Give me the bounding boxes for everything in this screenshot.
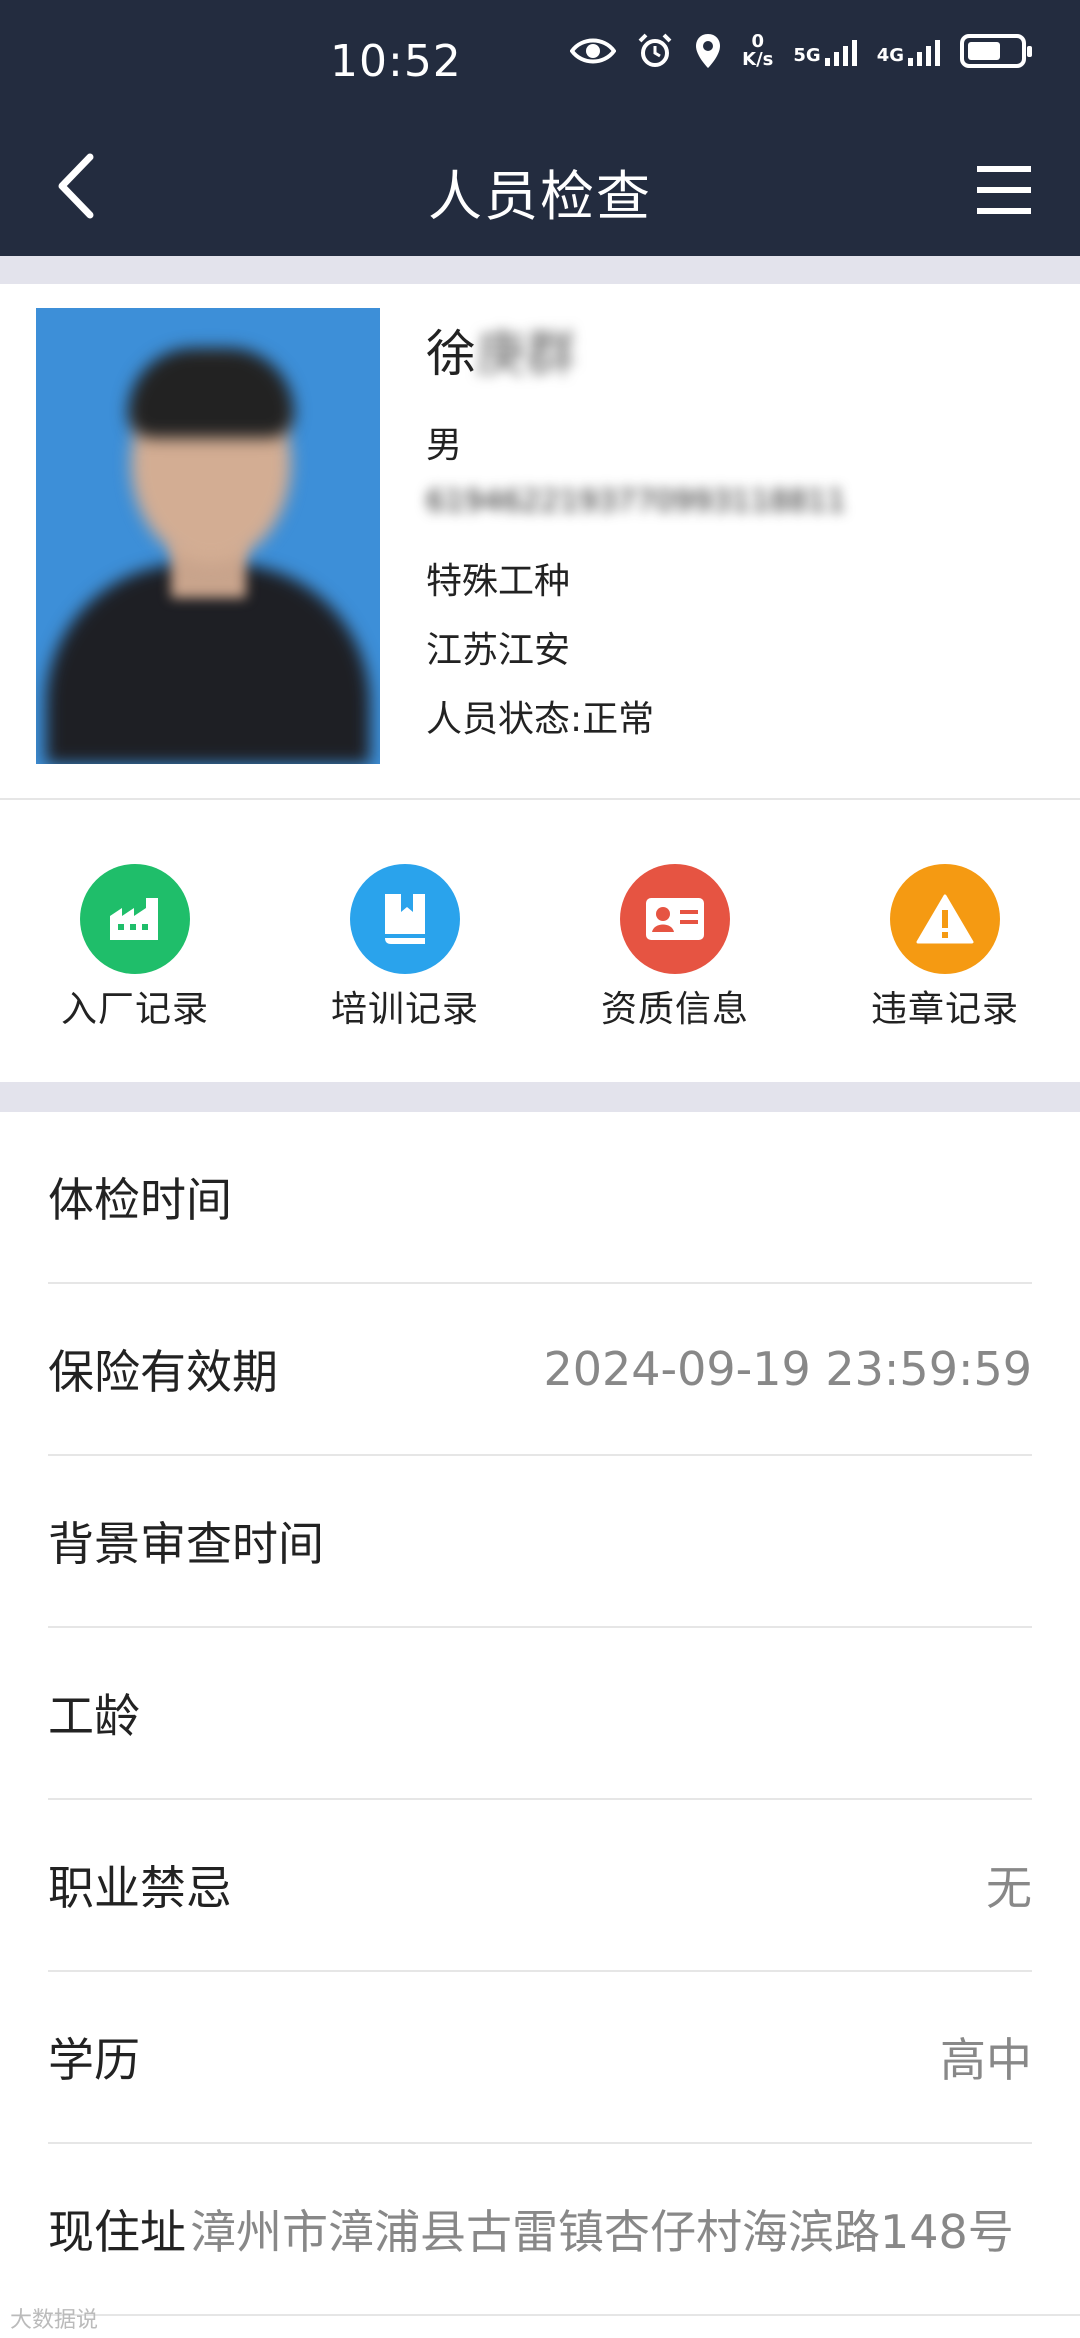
section-divider — [0, 1082, 1080, 1112]
detail-row-address: 现住址 漳州市漳浦县古雷镇杏仔村海滨路148号 — [48, 2144, 1080, 2316]
signal-4g: 4G — [877, 36, 940, 66]
violation-record-button[interactable]: 违章记录 — [810, 800, 1080, 1082]
detail-row-seniority: 工龄 — [48, 1628, 1032, 1800]
detail-value: 高中 — [940, 2033, 1032, 2087]
status-bar: 10:52 0 K/s 5G 4G — [0, 0, 1080, 120]
detail-row-insurance: 保险有效期 2024-09-19 23:59:59 — [48, 1284, 1032, 1456]
person-job-type: 特殊工种 — [426, 561, 571, 602]
signal-5g: 5G — [793, 36, 857, 66]
location-icon — [694, 32, 722, 70]
navbar: 人员检查 — [0, 120, 1080, 256]
violation-record-label: 违章记录 — [870, 989, 1019, 1030]
detail-row-occupational-taboo: 职业禁忌 无 — [48, 1800, 1032, 1972]
battery-icon — [960, 34, 1032, 68]
detail-row-background-check: 背景审查时间 — [48, 1456, 1032, 1628]
watermark: 大数据说 — [10, 2308, 99, 2333]
training-record-button[interactable]: 培训记录 — [270, 800, 540, 1082]
qualification-info-label: 资质信息 — [600, 989, 749, 1030]
status-time: 10:52 — [330, 36, 462, 87]
id-card-icon — [620, 864, 730, 974]
alarm-icon — [636, 32, 674, 70]
status-icons: 0 K/s 5G 4G — [570, 31, 1032, 70]
detail-value: 漳州市漳浦县古雷镇杏仔村海滨路148号 — [190, 2205, 1014, 2259]
detail-value: 2024-09-19 23:59:59 — [543, 1342, 1032, 1396]
network-speed: 0 K/s — [742, 31, 774, 70]
detail-label: 保险有效期 — [48, 1345, 278, 1399]
detail-label: 学历 — [48, 2033, 140, 2087]
person-status: 人员状态:正常 — [426, 699, 655, 740]
detail-row-physical-exam: 体检时间 — [48, 1112, 1032, 1284]
signal-bars-icon — [908, 36, 940, 66]
entry-record-button[interactable]: 入厂记录 — [0, 800, 270, 1082]
section-divider — [0, 256, 1080, 284]
book-icon — [350, 864, 460, 974]
factory-icon — [80, 864, 190, 974]
detail-label: 体检时间 — [48, 1173, 232, 1227]
menu-button[interactable] — [964, 150, 1044, 230]
person-gender: 男 — [426, 425, 463, 466]
warning-icon — [890, 864, 1000, 974]
signal-bars-icon — [824, 36, 857, 66]
detail-label: 现住址 — [48, 2205, 186, 2259]
detail-row-education: 学历 高中 — [48, 1972, 1032, 2144]
hamburger-icon — [977, 166, 1031, 214]
quick-actions: 入厂记录 培训记录 资质信息 违章记录 — [0, 800, 1080, 1082]
person-company: 江苏江安 — [426, 630, 571, 671]
person-name: 徐庚群 — [426, 325, 576, 383]
detail-label: 背景审查时间 — [48, 1517, 324, 1571]
entry-record-label: 入厂记录 — [60, 989, 209, 1030]
page-title: 人员检查 — [428, 165, 652, 228]
training-record-label: 培训记录 — [330, 989, 479, 1030]
detail-value: 无 — [986, 1861, 1032, 1915]
profile-card: 徐庚群 男 6194622193770993118811 特殊工种 江苏江安 人… — [0, 284, 1080, 800]
eye-icon — [570, 35, 617, 67]
qualification-info-button[interactable]: 资质信息 — [540, 800, 810, 1082]
detail-label: 职业禁忌 — [48, 1861, 232, 1915]
detail-list: 体检时间 保险有效期 2024-09-19 23:59:59 背景审查时间 工龄… — [0, 1112, 1080, 2316]
header: 10:52 0 K/s 5G 4G 人员检查 — [0, 0, 1080, 256]
detail-label: 工龄 — [48, 1689, 140, 1743]
avatar-photo — [36, 308, 380, 764]
person-id-number: 6194622193770993118811 — [426, 484, 846, 519]
